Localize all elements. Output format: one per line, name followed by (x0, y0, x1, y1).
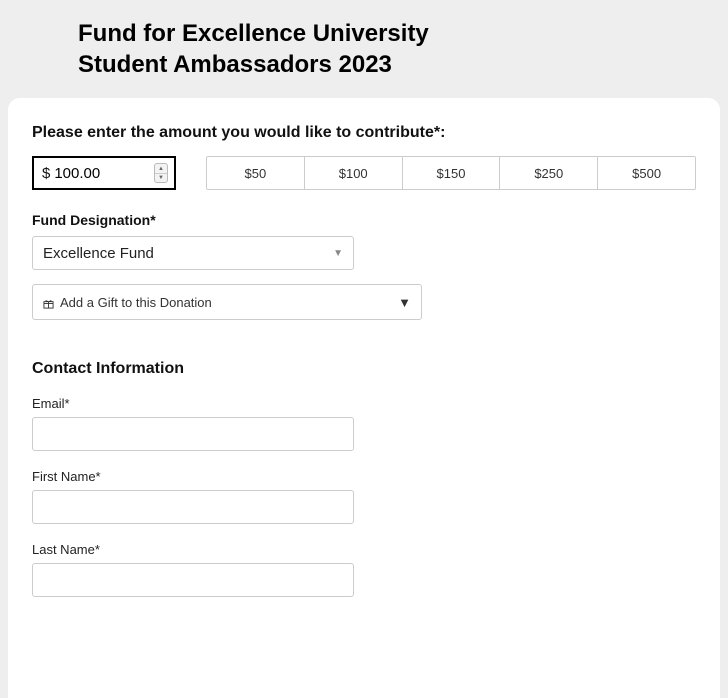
preset-250[interactable]: $250 (500, 157, 598, 189)
spinner-up-icon[interactable]: ▲ (155, 164, 167, 174)
email-field[interactable] (32, 417, 354, 451)
amount-input-wrapper[interactable]: $ ▲ ▼ (32, 156, 176, 190)
last-name-label: Last Name* (32, 542, 696, 557)
contact-section-title: Contact Information (32, 360, 696, 378)
page-header: Fund for Excellence University Student A… (0, 0, 728, 98)
form-card: Please enter the amount you would like t… (8, 98, 720, 698)
fund-selected-value: Excellence Fund (43, 245, 154, 262)
chevron-down-icon: ▼ (398, 295, 411, 310)
preset-100[interactable]: $100 (305, 157, 403, 189)
preset-500[interactable]: $500 (598, 157, 695, 189)
currency-symbol: $ (42, 165, 50, 182)
last-name-field[interactable] (32, 563, 354, 597)
add-gift-dropdown[interactable]: Add a Gift to this Donation ▼ (32, 284, 422, 320)
page-title: Fund for Excellence University Student A… (78, 18, 728, 80)
chevron-down-icon: ▼ (333, 248, 343, 259)
title-line-2: Student Ambassadors 2023 (78, 51, 392, 78)
spinner-down-icon[interactable]: ▼ (155, 174, 167, 183)
email-label: Email* (32, 396, 696, 411)
fund-designation-label: Fund Designation* (32, 212, 696, 228)
title-line-1: Fund for Excellence University (78, 20, 429, 47)
amount-prompt: Please enter the amount you would like t… (32, 124, 696, 142)
amount-spinner[interactable]: ▲ ▼ (154, 163, 168, 183)
preset-50[interactable]: $50 (207, 157, 305, 189)
first-name-field[interactable] (32, 490, 354, 524)
preset-150[interactable]: $150 (403, 157, 501, 189)
add-gift-label: Add a Gift to this Donation (60, 295, 212, 310)
amount-input[interactable] (54, 165, 134, 182)
first-name-label: First Name* (32, 469, 696, 484)
amount-row: $ ▲ ▼ $50 $100 $150 $250 $500 (32, 156, 696, 190)
preset-amounts: $50 $100 $150 $250 $500 (206, 156, 696, 190)
fund-designation-select[interactable]: Excellence Fund ▼ (32, 236, 354, 270)
gift-icon (43, 297, 54, 308)
